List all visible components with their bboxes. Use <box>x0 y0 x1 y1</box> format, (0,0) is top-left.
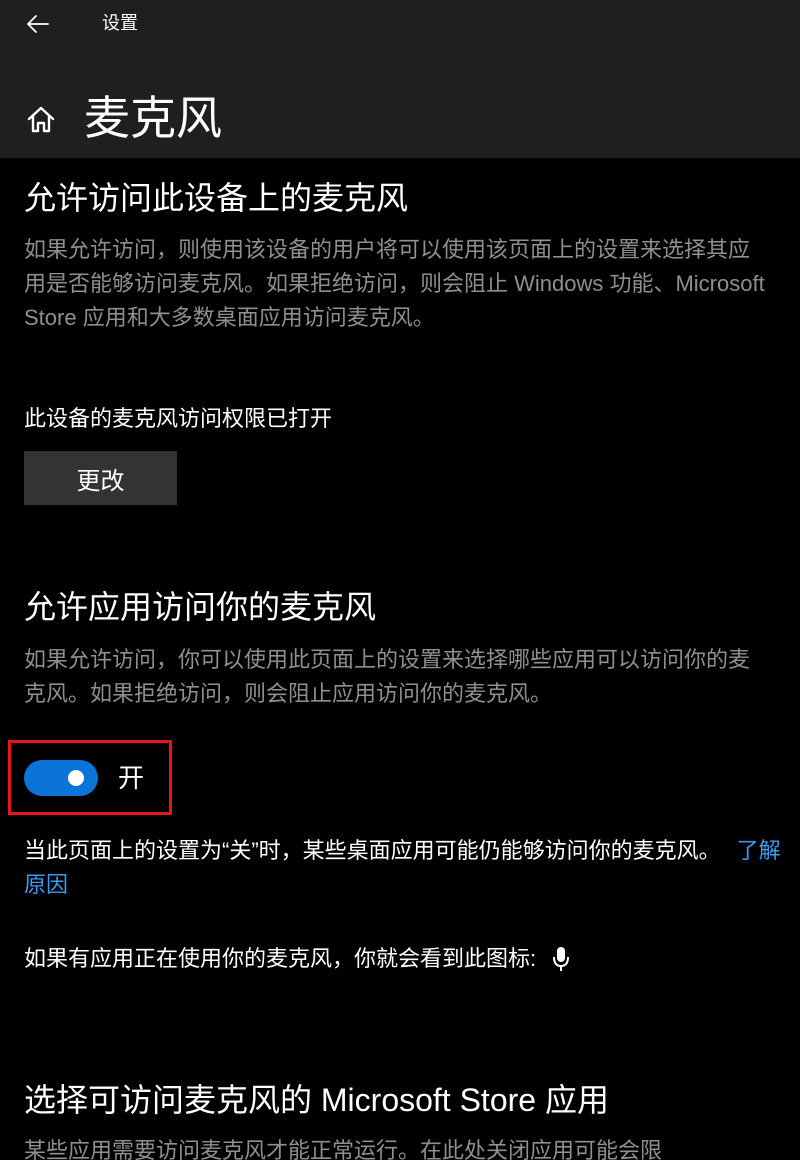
device-access-description: 如果允许访问，则使用该设备的用户将可以使用该页面上的设置来选择其应用是否能够访问… <box>24 237 765 330</box>
header: 设置 麦克风 <box>0 0 800 158</box>
desktop-apps-note-text: 当此页面上的设置为“关”时，某些桌面应用可能仍能够访问你的麦克风。 <box>24 838 721 863</box>
home-button[interactable] <box>22 100 60 138</box>
store-apps-description: 某些应用需要访问麦克风才能正常运行。在此处关闭应用可能会限 <box>24 1138 663 1160</box>
microphone-icon <box>553 947 570 971</box>
change-button[interactable]: 更改 <box>24 451 177 505</box>
store-apps-heading: 选择可访问麦克风的 Microsoft Store 应用 <box>24 1082 609 1118</box>
window-title: 设置 <box>102 13 138 33</box>
page-title: 麦克风 <box>84 92 222 144</box>
device-access-status: 此设备的麦克风访问权限已打开 <box>24 406 333 431</box>
app-access-heading: 允许应用访问你的麦克风 <box>24 589 377 625</box>
settings-window: 设置 麦克风 允许访问此设备上的麦克风 如果允许访问，则使用该设备的用户将可以使… <box>0 0 800 1160</box>
back-button[interactable] <box>20 6 56 42</box>
desktop-apps-note: 当此页面上的设置为“关”时，某些桌面应用可能仍能够访问你的麦克风。 了解原因 <box>24 834 794 902</box>
toggle-knob <box>68 770 84 786</box>
app-access-description: 如果允许访问，你可以使用此页面上的设置来选择哪些应用可以访问你的麦克风。如果拒绝… <box>24 647 751 706</box>
mic-in-use-note: 如果有应用正在使用你的麦克风，你就会看到此图标: <box>24 943 570 975</box>
back-arrow-icon <box>27 15 49 33</box>
toggle-state-label: 开 <box>118 763 145 793</box>
home-icon <box>27 106 55 133</box>
app-access-toggle[interactable] <box>24 760 98 796</box>
mic-in-use-text: 如果有应用正在使用你的麦克风，你就会看到此图标: <box>24 946 537 971</box>
device-access-heading: 允许访问此设备上的麦克风 <box>24 180 409 216</box>
